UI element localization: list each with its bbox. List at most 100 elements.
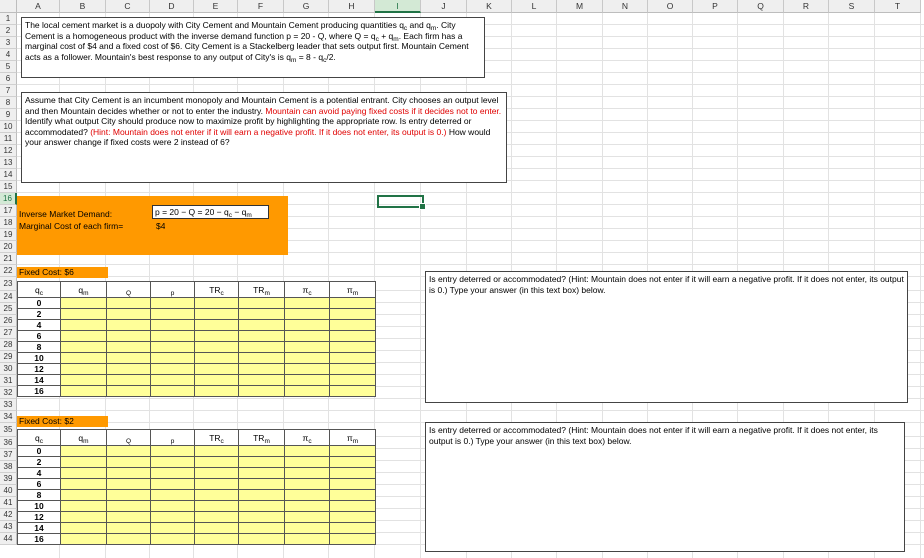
fc6-input-cell[interactable] [150, 308, 195, 320]
fc2-input-cell[interactable] [150, 478, 195, 490]
row-header-26[interactable]: 26 [0, 315, 17, 327]
row-header-20[interactable]: 20 [0, 241, 17, 253]
fc6-input-cell[interactable] [329, 352, 376, 364]
fc2-input-cell[interactable] [284, 500, 330, 512]
fc6-input-cell[interactable] [284, 330, 330, 342]
mc-value[interactable]: $4 [156, 221, 165, 231]
fc6-input-cell[interactable] [329, 385, 376, 397]
row-header-19[interactable]: 19 [0, 229, 17, 241]
fc6-input-cell[interactable] [329, 319, 376, 331]
fc6-input-cell[interactable] [60, 308, 107, 320]
fc6-input-cell[interactable] [60, 297, 107, 309]
fc2-input-cell[interactable] [60, 445, 107, 457]
fc2-input-cell[interactable] [106, 456, 151, 468]
row-header-32[interactable]: 32 [0, 387, 17, 399]
row-header-27[interactable]: 27 [0, 327, 17, 339]
fc6-input-cell[interactable] [194, 308, 239, 320]
fc6-input-cell[interactable] [106, 330, 151, 342]
column-header-o[interactable]: O [648, 0, 693, 13]
fc6-input-cell[interactable] [238, 352, 285, 364]
fc6-input-cell[interactable] [106, 319, 151, 331]
fc6-input-cell[interactable] [329, 374, 376, 386]
row-header-18[interactable]: 18 [0, 217, 17, 229]
fc6-input-cell[interactable] [150, 297, 195, 309]
row-header-16[interactable]: 16 [0, 193, 17, 205]
row-header-6[interactable]: 6 [0, 73, 17, 85]
fc2-input-cell[interactable] [60, 478, 107, 490]
question-text-box[interactable]: Assume that City Cement is an incumbent … [21, 92, 507, 183]
fc2-input-cell[interactable] [238, 467, 285, 479]
fc6-input-cell[interactable] [60, 319, 107, 331]
fc2-input-cell[interactable] [60, 456, 107, 468]
fc6-input-cell[interactable] [194, 297, 239, 309]
fc6-input-cell[interactable] [194, 352, 239, 364]
row-header-35[interactable]: 35 [0, 423, 17, 437]
row-header-23[interactable]: 23 [0, 277, 17, 291]
fc6-input-cell[interactable] [238, 374, 285, 386]
fc6-input-cell[interactable] [284, 341, 330, 353]
fc2-input-cell[interactable] [60, 533, 107, 545]
column-header-l[interactable]: L [512, 0, 557, 13]
fc2-input-cell[interactable] [194, 456, 239, 468]
row-header-3[interactable]: 3 [0, 37, 17, 49]
row-header-21[interactable]: 21 [0, 253, 17, 265]
fc6-input-cell[interactable] [238, 330, 285, 342]
fc6-input-cell[interactable] [106, 341, 151, 353]
column-header-t[interactable]: T [875, 0, 921, 13]
row-header-13[interactable]: 13 [0, 157, 17, 169]
fc6-input-cell[interactable] [106, 352, 151, 364]
fc2-input-cell[interactable] [106, 500, 151, 512]
fc6-input-cell[interactable] [194, 341, 239, 353]
fc2-input-cell[interactable] [238, 533, 285, 545]
fc2-input-cell[interactable] [150, 467, 195, 479]
fc2-input-cell[interactable] [60, 489, 107, 501]
fc2-input-cell[interactable] [150, 500, 195, 512]
fc2-input-cell[interactable] [60, 511, 107, 523]
fc2-input-cell[interactable] [106, 533, 151, 545]
fc6-input-cell[interactable] [238, 363, 285, 375]
column-header-p[interactable]: P [693, 0, 738, 13]
fc6-input-cell[interactable] [329, 330, 376, 342]
column-header-s[interactable]: S [829, 0, 875, 13]
fc2-input-cell[interactable] [329, 478, 376, 490]
fc6-input-cell[interactable] [150, 319, 195, 331]
select-all-corner[interactable] [0, 0, 17, 13]
fc6-input-cell[interactable] [106, 363, 151, 375]
fc2-input-cell[interactable] [106, 467, 151, 479]
demand-formula[interactable]: p = 20 − Q = 20 − qc − qm [152, 205, 269, 219]
row-header-42[interactable]: 42 [0, 509, 17, 521]
fc2-input-cell[interactable] [150, 456, 195, 468]
column-header-j[interactable]: J [421, 0, 467, 13]
fc2-input-cell[interactable] [329, 489, 376, 501]
column-header-g[interactable]: G [284, 0, 329, 13]
fc2-input-cell[interactable] [194, 445, 239, 457]
row-header-2[interactable]: 2 [0, 25, 17, 37]
fc2-input-cell[interactable] [238, 478, 285, 490]
row-header-29[interactable]: 29 [0, 351, 17, 363]
fc2-input-cell[interactable] [194, 500, 239, 512]
fc6-input-cell[interactable] [106, 308, 151, 320]
fc2-input-cell[interactable] [329, 467, 376, 479]
fc2-input-cell[interactable] [194, 511, 239, 523]
fc2-input-cell[interactable] [194, 478, 239, 490]
answer-text-box-1[interactable]: Is entry deterred or accommodated? (Hint… [425, 271, 908, 403]
row-header-31[interactable]: 31 [0, 375, 17, 387]
fc6-input-cell[interactable] [329, 341, 376, 353]
row-header-34[interactable]: 34 [0, 411, 17, 423]
fc2-input-cell[interactable] [284, 467, 330, 479]
row-header-30[interactable]: 30 [0, 363, 17, 375]
fc6-input-cell[interactable] [284, 385, 330, 397]
fc2-input-cell[interactable] [284, 489, 330, 501]
fc6-input-cell[interactable] [150, 363, 195, 375]
fc6-input-cell[interactable] [60, 330, 107, 342]
fc2-input-cell[interactable] [106, 445, 151, 457]
fc6-input-cell[interactable] [284, 374, 330, 386]
fc2-input-cell[interactable] [238, 511, 285, 523]
fc2-input-cell[interactable] [329, 533, 376, 545]
row-header-10[interactable]: 10 [0, 121, 17, 133]
fc2-input-cell[interactable] [106, 478, 151, 490]
fc6-input-cell[interactable] [106, 385, 151, 397]
row-header-41[interactable]: 41 [0, 497, 17, 509]
fc2-input-cell[interactable] [60, 522, 107, 534]
fc2-input-cell[interactable] [106, 511, 151, 523]
